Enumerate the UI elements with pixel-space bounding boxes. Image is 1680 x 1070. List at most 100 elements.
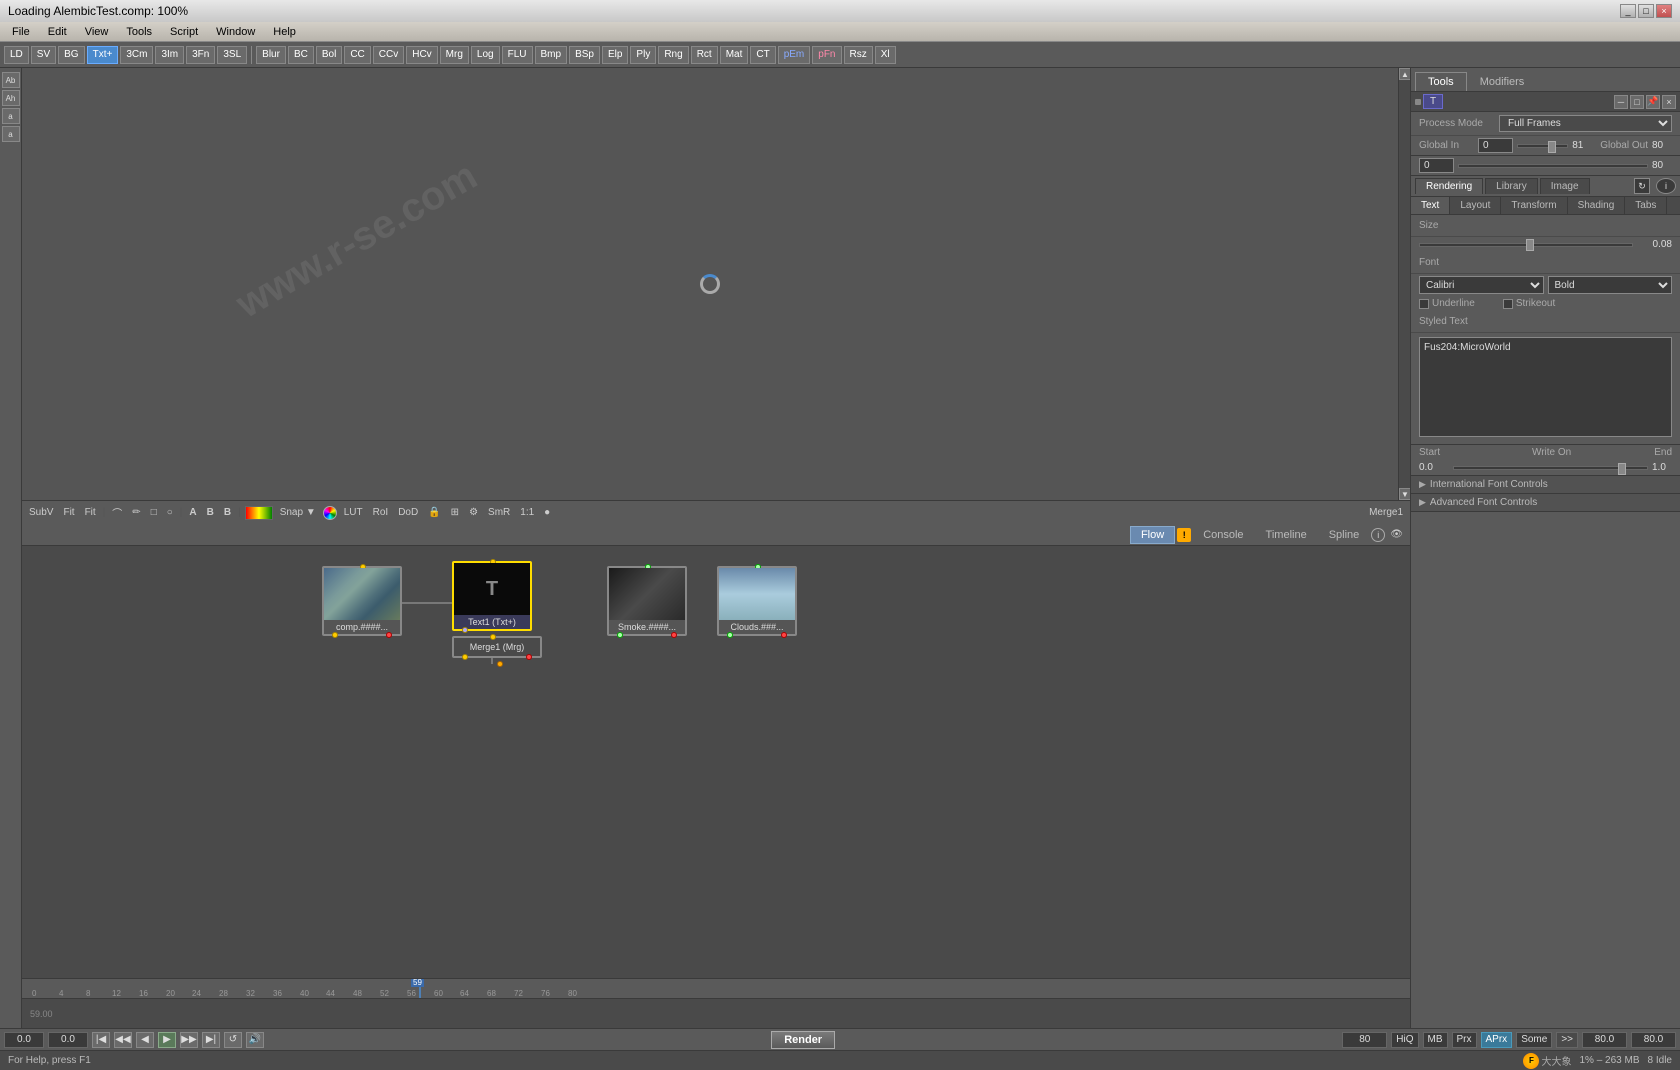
font-style-dropdown[interactable]: Bold Regular Italic — [1548, 276, 1673, 294]
node-merge1[interactable]: Merge1 (Mrg) — [452, 636, 542, 658]
tool-3cm[interactable]: 3Cm — [120, 46, 153, 64]
fast-forward-btn[interactable]: >> — [1556, 1032, 1578, 1048]
node-comp[interactable]: comp.####... — [322, 566, 402, 636]
audio-button[interactable]: 🔊 — [246, 1032, 264, 1048]
tool-ld[interactable]: LD — [4, 46, 29, 64]
render-button[interactable]: Render — [771, 1031, 835, 1049]
menu-edit[interactable]: Edit — [40, 24, 75, 40]
node-smoke[interactable]: Smoke.####... — [607, 566, 687, 636]
write-on-slider[interactable] — [1453, 466, 1648, 470]
circle-icon[interactable]: ○ — [164, 506, 176, 519]
tool-bc[interactable]: BC — [288, 46, 314, 64]
flow-tab-flow[interactable]: Flow — [1130, 526, 1175, 544]
tool-rsz[interactable]: Rsz — [844, 46, 873, 64]
node-ctrl-pin[interactable]: 📌 — [1646, 95, 1660, 109]
minimize-button[interactable]: _ — [1620, 4, 1636, 18]
info-icon[interactable]: i — [1371, 528, 1385, 542]
global-out-field1[interactable] — [1419, 158, 1454, 173]
text-icon[interactable]: A — [186, 506, 199, 519]
flow-canvas[interactable]: comp.####... T Text1 (Txt+) Merge1 (Mrg) — [22, 546, 1410, 978]
flow-tab-console[interactable]: Console — [1193, 526, 1253, 544]
menu-help[interactable]: Help — [265, 24, 304, 40]
dod-button[interactable]: DoD — [395, 506, 421, 519]
subv-dropdown[interactable]: SubV — [26, 506, 56, 519]
global-in-field1[interactable] — [1478, 138, 1513, 153]
tool-bg[interactable]: BG — [58, 46, 84, 64]
underline-checkbox-label[interactable]: Underline — [1419, 298, 1475, 309]
tool-flu[interactable]: FLU — [502, 46, 533, 64]
info-panel-icon[interactable]: i — [1656, 178, 1676, 194]
tab-image[interactable]: Image — [1540, 178, 1590, 194]
font-name-dropdown[interactable]: Calibri Arial Times New Roman — [1419, 276, 1544, 294]
paint-icon[interactable]: ✏ — [129, 506, 143, 519]
strikeout-checkbox-label[interactable]: Strikeout — [1503, 298, 1555, 309]
menu-script[interactable]: Script — [162, 24, 206, 40]
tool-rct[interactable]: Rct — [691, 46, 718, 64]
tool-bol[interactable]: Bol — [316, 46, 342, 64]
tab-library[interactable]: Library — [1485, 178, 1538, 194]
bold-a-icon[interactable]: B — [204, 506, 217, 519]
play-forward2-button[interactable]: ▶▶ — [180, 1032, 198, 1048]
left-tool-ah[interactable]: Ah — [2, 90, 20, 106]
color-swatch[interactable] — [245, 506, 273, 520]
rect-icon[interactable]: □ — [148, 506, 160, 519]
skip-to-start-button[interactable]: |◀ — [92, 1032, 110, 1048]
maximize-button[interactable]: □ — [1638, 4, 1654, 18]
curve-icon[interactable]: ⌒ — [109, 504, 125, 521]
transport-in-point[interactable] — [48, 1032, 88, 1048]
tool-bmp[interactable]: Bmp — [535, 46, 568, 64]
subtab-layout[interactable]: Layout — [1450, 197, 1501, 214]
global-in-slider[interactable] — [1517, 144, 1568, 148]
menu-file[interactable]: File — [4, 24, 38, 40]
node-ctrl-restore[interactable]: □ — [1630, 95, 1644, 109]
menu-window[interactable]: Window — [208, 24, 263, 40]
color-wheel-icon[interactable] — [323, 506, 337, 520]
subtab-transform[interactable]: Transform — [1501, 197, 1567, 214]
tool-hcv[interactable]: HCv — [406, 46, 437, 64]
subtab-shading[interactable]: Shading — [1568, 197, 1626, 214]
styled-text-input[interactable]: Fus204:MicroWorld — [1419, 337, 1672, 437]
transport-current-frame[interactable] — [4, 1032, 44, 1048]
tool-ply[interactable]: Ply — [630, 46, 656, 64]
menu-view[interactable]: View — [77, 24, 117, 40]
left-tool-a1[interactable]: a — [2, 108, 20, 124]
menu-tools[interactable]: Tools — [118, 24, 160, 40]
tool-txt[interactable]: Txt+ — [87, 46, 119, 64]
size-slider[interactable] — [1419, 243, 1633, 247]
mb-button[interactable]: MB — [1423, 1032, 1448, 1048]
record-icon[interactable]: ● — [541, 506, 553, 519]
tool-3sl[interactable]: 3SL — [217, 46, 247, 64]
tool-log[interactable]: Log — [471, 46, 500, 64]
hiq-button[interactable]: HiQ — [1391, 1032, 1418, 1048]
flow-tab-spline[interactable]: Spline — [1319, 526, 1370, 544]
scroll-down-button[interactable]: ▼ — [1399, 488, 1410, 500]
gear-icon[interactable]: ⚙ — [466, 506, 481, 519]
transport-out-val1[interactable] — [1582, 1032, 1627, 1048]
roi-button[interactable]: RoI — [370, 506, 392, 519]
skip-to-end-button[interactable]: ▶| — [202, 1032, 220, 1048]
left-tool-ab[interactable]: Ab — [2, 72, 20, 88]
flow-tab-timeline[interactable]: Timeline — [1256, 526, 1317, 544]
transport-out-val2[interactable] — [1631, 1032, 1676, 1048]
tool-3fn[interactable]: 3Fn — [186, 46, 215, 64]
left-tool-a2[interactable]: a — [2, 126, 20, 142]
tool-ct[interactable]: CT — [750, 46, 775, 64]
transport-end-frame[interactable] — [1342, 1032, 1387, 1048]
lut-dropdown[interactable]: LUT — [341, 506, 366, 519]
intl-font-controls[interactable]: ▶ International Font Controls — [1411, 476, 1680, 494]
zoom-level[interactable]: 1:1 — [517, 506, 537, 519]
tab-tools[interactable]: Tools — [1415, 72, 1467, 91]
tool-ccv[interactable]: CCv — [373, 46, 404, 64]
subtab-tabs[interactable]: Tabs — [1625, 197, 1667, 214]
tool-cc[interactable]: CC — [344, 46, 370, 64]
node-text1[interactable]: T Text1 (Txt+) — [452, 561, 532, 631]
node-clouds[interactable]: Clouds.###... — [717, 566, 797, 636]
b-icon[interactable]: B — [221, 506, 234, 519]
global-out-slider[interactable] — [1458, 164, 1648, 168]
loop-button[interactable]: ↺ — [224, 1032, 242, 1048]
strikeout-checkbox[interactable] — [1503, 299, 1513, 309]
tool-rng[interactable]: Rng — [658, 46, 688, 64]
tool-elp[interactable]: Elp — [602, 46, 628, 64]
collapse-arrow[interactable] — [1415, 99, 1421, 105]
prx-button[interactable]: Prx — [1452, 1032, 1477, 1048]
